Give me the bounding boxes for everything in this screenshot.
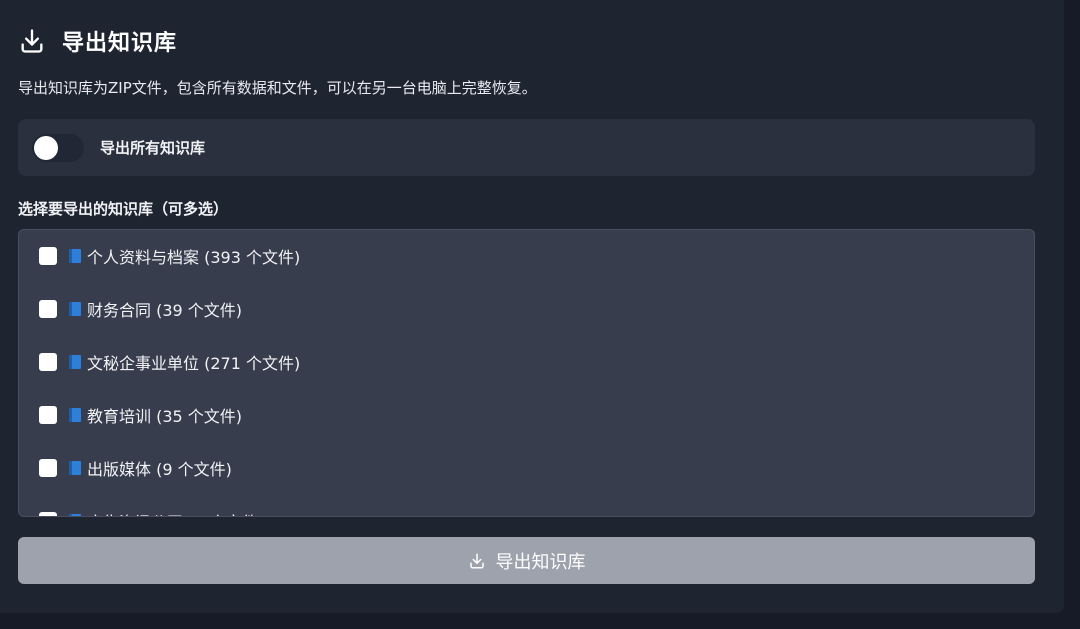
book-icon bbox=[69, 249, 81, 263]
item-checkbox[interactable] bbox=[39, 459, 57, 477]
item-label: 教育培训 (35 个文件) bbox=[87, 407, 243, 426]
book-icon bbox=[69, 302, 81, 316]
list-item[interactable]: 广告资讯公司 (1 个文件) bbox=[39, 509, 264, 516]
item-checkbox[interactable] bbox=[39, 406, 57, 424]
panel-header: 导出知识库 bbox=[18, 26, 177, 56]
download-icon bbox=[468, 552, 486, 570]
page-title: 导出知识库 bbox=[62, 31, 178, 56]
item-checkbox[interactable] bbox=[39, 512, 57, 516]
book-icon bbox=[69, 461, 81, 475]
export-description: 导出知识库为ZIP文件，包含所有数据和文件，可以在另一台电脑上完整恢复。 bbox=[18, 79, 537, 97]
item-checkbox[interactable] bbox=[39, 300, 57, 318]
toggle-knob bbox=[34, 135, 58, 160]
item-label: 文秘企事业单位 (271 个文件) bbox=[87, 354, 301, 373]
download-icon bbox=[18, 27, 46, 55]
selection-label: 选择要导出的知识库（可多选） bbox=[18, 200, 229, 218]
export-all-row: 导出所有知识库 bbox=[18, 119, 1035, 176]
item-label: 广告资讯公司 (1 个文件) bbox=[87, 509, 264, 516]
export-button[interactable]: 导出知识库 bbox=[18, 537, 1035, 584]
book-icon bbox=[69, 514, 81, 516]
list-item[interactable]: 个人资料与档案 (393 个文件) bbox=[39, 244, 300, 268]
item-checkbox[interactable] bbox=[39, 353, 57, 371]
item-checkbox[interactable] bbox=[39, 247, 57, 265]
list-item[interactable]: 出版媒体 (9 个文件) bbox=[39, 456, 232, 480]
book-icon bbox=[69, 408, 81, 422]
item-label: 个人资料与档案 (393 个文件) bbox=[87, 248, 301, 267]
list-item[interactable]: 财务合同 (39 个文件) bbox=[39, 297, 242, 321]
export-all-label: 导出所有知识库 bbox=[100, 139, 206, 157]
item-label: 出版媒体 (9 个文件) bbox=[87, 460, 232, 479]
book-icon bbox=[69, 355, 81, 369]
knowledge-base-list[interactable]: 个人资料与档案 (393 个文件) 财务合同 (39 个文件) 文秘企事业单位 … bbox=[18, 229, 1035, 517]
export-button-label: 导出知识库 bbox=[495, 551, 586, 573]
item-label: 财务合同 (39 个文件) bbox=[87, 301, 243, 320]
list-item[interactable]: 文秘企事业单位 (271 个文件) bbox=[39, 350, 300, 374]
export-panel: 导出知识库 导出知识库为ZIP文件，包含所有数据和文件，可以在另一台电脑上完整恢… bbox=[0, 0, 1064, 613]
list-item[interactable]: 教育培训 (35 个文件) bbox=[39, 403, 242, 427]
export-all-toggle[interactable] bbox=[32, 133, 84, 162]
